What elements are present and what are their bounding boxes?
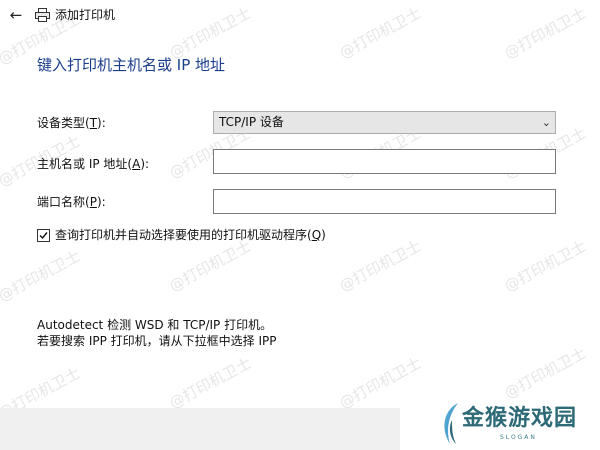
query-printer-label-text: 查询打印机并自动选择要使用的打印机驱动程序 xyxy=(55,228,308,242)
port-name-label-text: 端口名称 xyxy=(37,195,86,209)
chevron-down-icon: ⌄ xyxy=(541,116,551,129)
device-type-value: TCP/IP 设备 xyxy=(219,115,284,129)
site-logo: 金猴游戏园 SLOGAN xyxy=(438,398,600,450)
device-type-label: 设备类型(T): xyxy=(37,116,106,130)
hostname-input[interactable] xyxy=(213,149,556,174)
hostname-label: 主机名或 IP 地址(A): xyxy=(37,157,150,171)
footer-bar xyxy=(0,408,400,450)
logo-text: 金猴游戏园 xyxy=(462,405,578,431)
info-line-2: 若要搜索 IPP 打印机，请从下拉框中选择 IPP xyxy=(37,334,277,348)
port-name-accesskey: P xyxy=(89,195,97,209)
port-name-input[interactable] xyxy=(213,189,556,214)
device-type-select[interactable]: TCP/IP 设备 ⌄ xyxy=(213,111,556,134)
watermark-text: @打印机卫士 xyxy=(336,236,425,296)
watermark-text: @打印机卫士 xyxy=(0,246,84,306)
logo-swoosh-icon xyxy=(444,403,458,444)
device-type-label-text: 设备类型 xyxy=(37,116,86,130)
query-printer-checkbox[interactable] xyxy=(37,229,50,242)
back-arrow-icon[interactable]: ← xyxy=(6,5,26,25)
watermark-text: @打印机卫士 xyxy=(166,353,255,413)
window-title: 添加打印机 xyxy=(55,8,116,22)
logo-slogan: SLOGAN xyxy=(500,434,537,441)
printer-icon xyxy=(35,8,50,22)
port-name-label: 端口名称(P): xyxy=(37,195,106,209)
watermark-text: @打印机卫士 xyxy=(336,353,425,413)
watermark-text: @打印机卫士 xyxy=(501,343,590,403)
hostname-label-text: 主机名或 IP 地址 xyxy=(37,157,128,171)
watermark-text: @打印机卫士 xyxy=(166,236,255,296)
title-bar: ← 添加打印机 xyxy=(0,0,600,32)
query-printer-label[interactable]: 查询打印机并自动选择要使用的打印机驱动程序(Q) xyxy=(55,227,326,243)
device-type-accesskey: T xyxy=(89,116,98,130)
checkmark-icon xyxy=(39,232,48,240)
hostname-accesskey: A xyxy=(132,157,141,171)
watermark-text: @打印机卫士 xyxy=(501,236,590,296)
page-heading: 键入打印机主机名或 IP 地址 xyxy=(37,56,226,74)
query-printer-accesskey: Q xyxy=(311,228,322,242)
info-line-1: Autodetect 检测 WSD 和 TCP/IP 打印机。 xyxy=(37,318,273,332)
